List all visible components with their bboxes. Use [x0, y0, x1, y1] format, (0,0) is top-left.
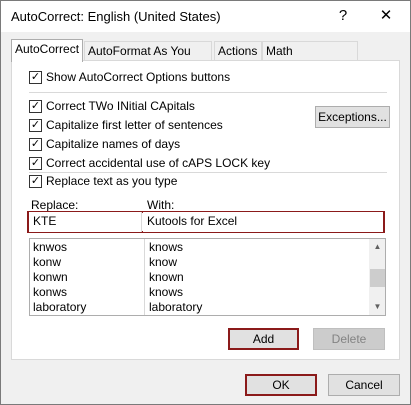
- title-bar: AutoCorrect: English (United States) ? ✕: [1, 1, 410, 32]
- add-button[interactable]: Add: [228, 328, 299, 350]
- scroll-down-icon[interactable]: ▼: [369, 299, 385, 315]
- replace-input[interactable]: KTE: [29, 212, 142, 232]
- tab-autoformat-as-you-type[interactable]: AutoFormat As You Type: [84, 41, 212, 77]
- divider: [29, 172, 387, 173]
- checkbox-label: Show AutoCorrect Options buttons: [46, 70, 231, 84]
- delete-button[interactable]: Delete: [313, 328, 385, 350]
- autocorrect-dialog: AutoCorrect: English (United States) ? ✕…: [0, 0, 411, 405]
- scroll-thumb[interactable]: [370, 269, 385, 287]
- help-button[interactable]: ?: [331, 5, 355, 27]
- replace-label: Replace:: [31, 198, 79, 212]
- tab-math-autocorrect[interactable]: Math AutoCorrect: [262, 41, 358, 77]
- ok-button[interactable]: OK: [245, 374, 317, 396]
- with-label: With:: [147, 198, 175, 212]
- replace-cell: laboratory: [33, 300, 87, 314]
- with-cell: laboratory: [149, 300, 203, 314]
- list-scrollbar[interactable]: ▲ ▼: [369, 239, 385, 315]
- divider: [29, 92, 387, 93]
- tab-actions[interactable]: Actions: [214, 41, 262, 61]
- autocorrect-entries-list[interactable]: knwos knows konw know konwn known konws …: [29, 238, 386, 316]
- check-icon: ✓: [29, 71, 42, 84]
- list-item[interactable]: laboratory laboratory: [30, 299, 368, 315]
- close-icon[interactable]: ✕: [374, 5, 398, 27]
- checkbox-label: Replace text as you type: [46, 174, 178, 188]
- check-icon: ✓: [29, 175, 42, 188]
- scroll-up-icon[interactable]: ▲: [369, 239, 385, 255]
- exceptions-button[interactable]: Exceptions...: [315, 106, 390, 128]
- checkbox-label: Capitalize names of days: [46, 137, 181, 151]
- check-icon: ✓: [29, 138, 42, 151]
- cancel-button[interactable]: Cancel: [328, 374, 400, 396]
- check-icon: ✓: [29, 157, 42, 170]
- autocorrect-panel: ✓ Show AutoCorrect Options buttons ✓ Cor…: [11, 60, 400, 360]
- window-title: AutoCorrect: English (United States): [11, 9, 221, 24]
- checkbox-label: Correct accidental use of cAPS LOCK key: [46, 156, 271, 170]
- with-input[interactable]: Kutools for Excel: [143, 212, 383, 232]
- check-icon: ✓: [29, 119, 42, 132]
- checkbox-label: Capitalize first letter of sentences: [46, 118, 223, 132]
- tab-autocorrect[interactable]: AutoCorrect: [11, 39, 83, 62]
- checkbox-label: Correct TWo INitial CApitals: [46, 99, 195, 113]
- check-icon: ✓: [29, 100, 42, 113]
